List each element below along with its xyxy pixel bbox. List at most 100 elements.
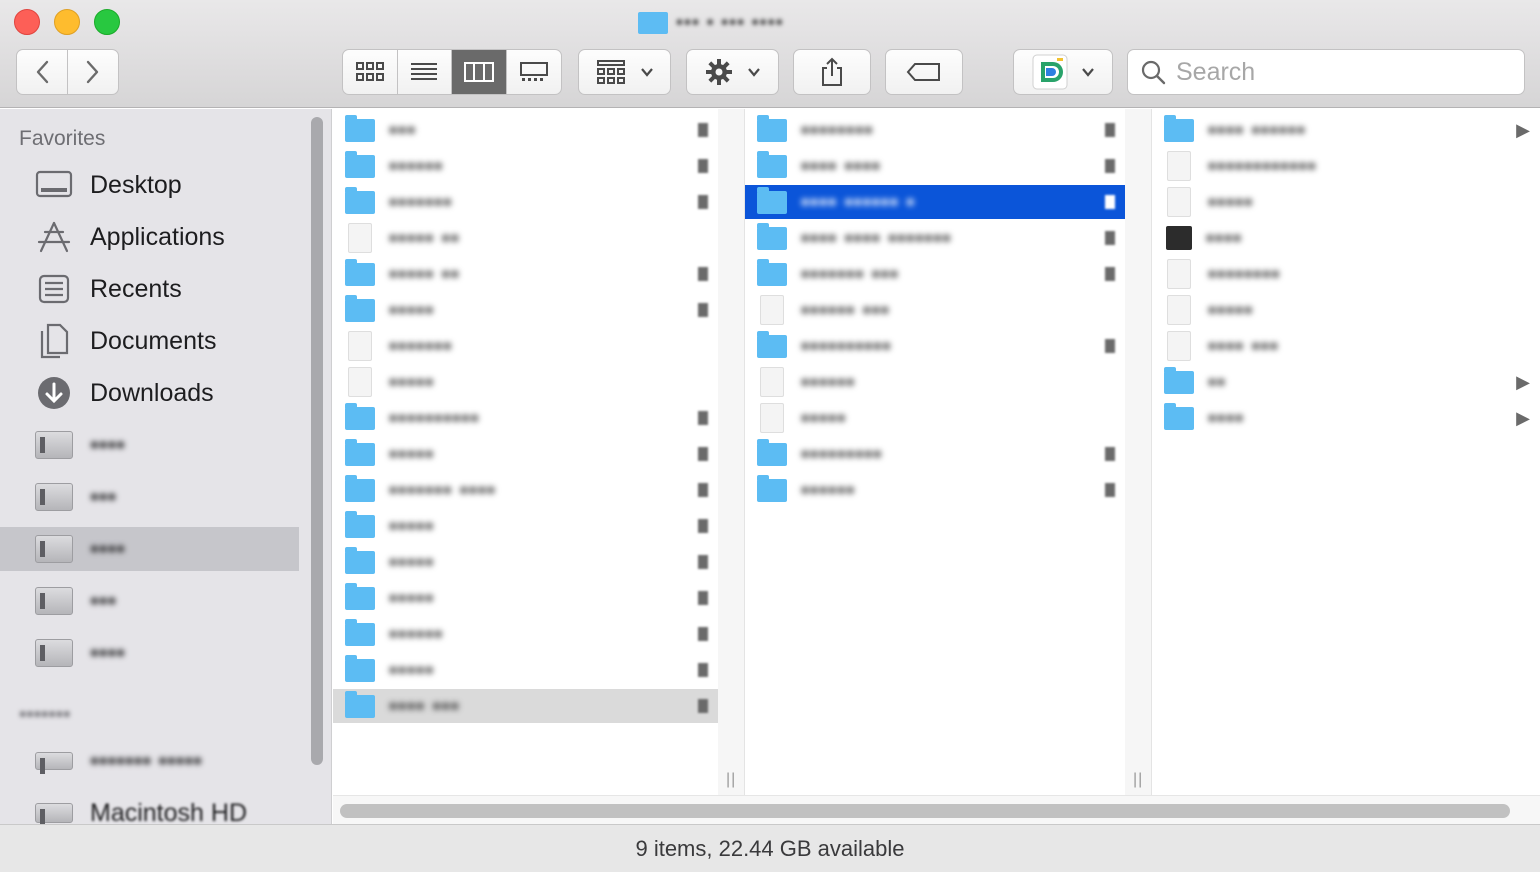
documents-icon xyxy=(34,323,74,359)
action-menu-button[interactable] xyxy=(686,49,779,95)
folder-row[interactable]: •••• ••• xyxy=(333,689,718,723)
file-row[interactable]: •••••••••••• xyxy=(1152,149,1540,183)
file-icon xyxy=(1167,295,1191,325)
folder-row[interactable]: •••• ▶ xyxy=(1152,401,1540,435)
folder-row[interactable]: •••• •••••• • xyxy=(745,185,1125,219)
folder-row[interactable]: •••••• xyxy=(745,473,1125,507)
folder-row[interactable]: ••• xyxy=(333,113,718,147)
chevron-right-icon xyxy=(86,60,98,84)
share-button[interactable] xyxy=(793,49,871,95)
sidebar-item-folder[interactable]: •••• xyxy=(28,631,299,675)
file-row[interactable]: •••••• ••• xyxy=(745,293,1125,327)
file-row[interactable]: ••••• xyxy=(745,401,1125,435)
item-name: •••••• xyxy=(801,368,856,395)
item-name: ••••••• xyxy=(389,332,453,359)
window-title-text: ••• • ••• •••• xyxy=(676,11,784,34)
folder-row[interactable]: ••••• xyxy=(333,437,718,471)
sidebar-item-applications[interactable]: Applications xyxy=(28,215,299,259)
sidebar-item-desktop[interactable]: Desktop xyxy=(28,163,299,207)
folder-row[interactable]: ••••••••• xyxy=(745,437,1125,471)
tag-button[interactable] xyxy=(885,49,963,95)
zoom-window-button[interactable] xyxy=(94,9,120,35)
folder-row[interactable]: ••••• xyxy=(333,293,718,327)
sidebar-item-drive[interactable]: ••••••• ••••• xyxy=(28,739,299,783)
drive-icon xyxy=(34,744,74,778)
app-icon xyxy=(1032,54,1068,90)
column-resize-handle[interactable]: || xyxy=(718,109,745,795)
forward-button[interactable] xyxy=(68,50,119,94)
folder-row[interactable]: ••••••• ••• xyxy=(745,257,1125,291)
folder-row[interactable]: ••••• xyxy=(333,545,718,579)
column-view-button[interactable] xyxy=(452,50,507,94)
gear-icon xyxy=(705,59,732,85)
folder-row[interactable]: •••••• xyxy=(333,617,718,651)
close-window-button[interactable] xyxy=(14,9,40,35)
file-row[interactable]: ••••• xyxy=(1152,293,1540,327)
file-row[interactable]: ••••• xyxy=(1152,185,1540,219)
back-button[interactable] xyxy=(17,50,68,94)
file-row[interactable]: ••••••• xyxy=(333,329,718,363)
folder-row[interactable]: ••••• •• xyxy=(333,257,718,291)
sidebar-item-label: ••• xyxy=(90,586,117,615)
file-row[interactable]: •••• ••• xyxy=(1152,329,1540,363)
folder-icon xyxy=(345,474,375,502)
open-with-app-button[interactable] xyxy=(1013,49,1113,95)
folder-row[interactable]: ••••••• •••• xyxy=(333,473,718,507)
file-row[interactable]: •••••••• xyxy=(1152,257,1540,291)
folder-icon xyxy=(345,510,375,538)
file-row[interactable]: •••• xyxy=(1152,221,1540,255)
locations-heading: ••••••• xyxy=(19,703,71,726)
folder-row[interactable]: •••••••••• xyxy=(745,329,1125,363)
horizontal-scroll-thumb[interactable] xyxy=(340,804,1510,818)
icon-view-button[interactable] xyxy=(343,50,398,94)
sidebar-item-folder-selected[interactable]: •••• xyxy=(0,527,299,571)
sidebar-item-documents[interactable]: Documents xyxy=(28,319,299,363)
folder-icon xyxy=(757,258,787,286)
folder-icon xyxy=(345,690,375,718)
item-name: •••••• xyxy=(389,152,444,179)
status-mark xyxy=(1105,123,1115,137)
folder-row[interactable]: ••••• xyxy=(333,581,718,615)
file-icon xyxy=(760,403,784,433)
file-row[interactable]: ••••• xyxy=(333,365,718,399)
file-row[interactable]: •••••• xyxy=(745,365,1125,399)
item-name: •••••• xyxy=(801,476,856,503)
status-mark xyxy=(1105,483,1115,497)
search-field[interactable] xyxy=(1127,49,1525,95)
sidebar-item-recents[interactable]: Recents xyxy=(28,267,299,311)
folder-row[interactable]: •• ▶ xyxy=(1152,365,1540,399)
file-row[interactable]: ••••• •• xyxy=(333,221,718,255)
folder-icon xyxy=(757,222,787,250)
folder-row[interactable]: •••• •••• ••••••• xyxy=(745,221,1125,255)
chevron-down-icon xyxy=(747,68,760,77)
file-icon xyxy=(348,367,372,397)
folder-row[interactable]: •••••••• xyxy=(745,113,1125,147)
sidebar-item-label: Applications xyxy=(90,222,225,251)
sidebar-item-downloads[interactable]: Downloads xyxy=(28,371,299,415)
sidebar-item-folder[interactable]: •••• xyxy=(28,423,299,467)
group-by-button[interactable] xyxy=(578,49,671,95)
folder-row[interactable]: ••••••• xyxy=(333,185,718,219)
item-name: ••••••• ••• xyxy=(801,260,899,287)
status-bar: 9 items, 22.44 GB available xyxy=(0,824,1540,872)
folder-row[interactable]: ••••• xyxy=(333,653,718,687)
folder-row[interactable]: •••••••••• xyxy=(333,401,718,435)
status-mark xyxy=(698,555,708,569)
sidebar-item-folder[interactable]: ••• xyxy=(28,475,299,519)
list-view-button[interactable] xyxy=(398,50,452,94)
folder-row[interactable]: •••••• xyxy=(333,149,718,183)
item-name: •••• ••• xyxy=(389,692,460,719)
folder-row[interactable]: ••••• xyxy=(333,509,718,543)
gallery-view-button[interactable] xyxy=(507,50,562,94)
minimize-window-button[interactable] xyxy=(54,9,80,35)
sidebar-item-folder[interactable]: ••• xyxy=(28,579,299,623)
folder-icon xyxy=(345,294,375,322)
column-resize-handle[interactable]: || xyxy=(1125,109,1152,795)
horizontal-scrollbar[interactable] xyxy=(333,795,1540,824)
sidebar-scrollbar[interactable] xyxy=(311,117,323,765)
search-input[interactable] xyxy=(1176,57,1506,87)
folder-row[interactable]: •••• •••• xyxy=(745,149,1125,183)
status-mark xyxy=(698,123,708,137)
folder-row[interactable]: •••• •••••• ▶ xyxy=(1152,113,1540,147)
sidebar-item-macintosh-hd[interactable]: Macintosh HD xyxy=(28,791,299,824)
